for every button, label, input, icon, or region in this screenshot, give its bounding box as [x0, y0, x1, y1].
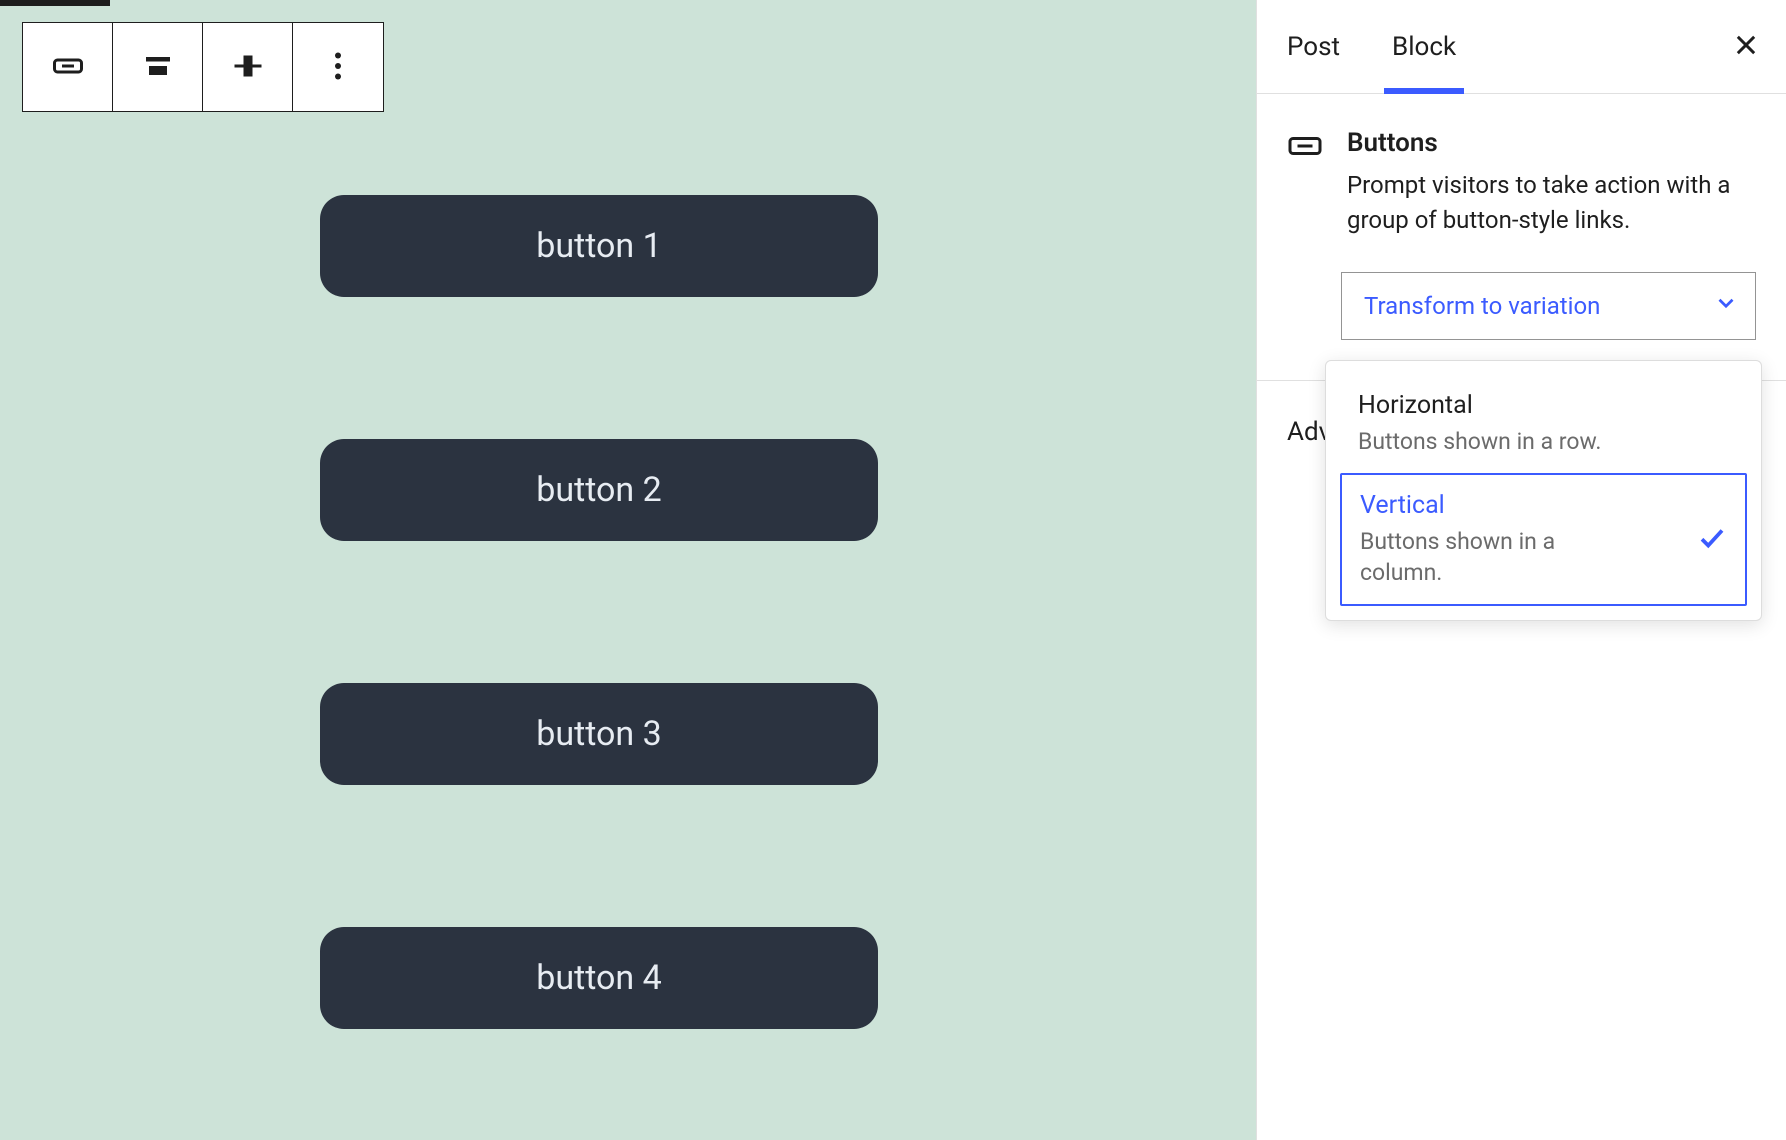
- variation-popup: Horizontal Buttons shown in a row. Verti…: [1325, 360, 1762, 621]
- transform-variation-dropdown[interactable]: Transform to variation: [1341, 272, 1756, 340]
- demo-button[interactable]: button 4: [320, 927, 878, 1029]
- variation-option-description: Buttons shown in a column.: [1360, 526, 1620, 588]
- block-toolbar: [22, 22, 384, 112]
- variation-option-label: Horizontal: [1358, 391, 1729, 420]
- toolbar-align-button[interactable]: [113, 23, 203, 111]
- block-header: Buttons Prompt visitors to take action w…: [1257, 94, 1786, 238]
- justify-icon: [230, 48, 266, 87]
- buttons-block-icon: [50, 48, 86, 87]
- tab-block[interactable]: Block: [1384, 0, 1464, 93]
- block-meta: Buttons Prompt visitors to take action w…: [1347, 128, 1756, 238]
- toolbar-more-button[interactable]: [293, 23, 383, 111]
- block-title: Buttons: [1347, 128, 1756, 158]
- variation-option-horizontal[interactable]: Horizontal Buttons shown in a row.: [1340, 375, 1747, 473]
- top-dark-strip: [0, 0, 110, 6]
- block-description: Prompt visitors to take action with a gr…: [1347, 168, 1756, 238]
- demo-button[interactable]: button 2: [320, 439, 878, 541]
- demo-button[interactable]: button 3: [320, 683, 878, 785]
- settings-sidebar: Post Block Buttons Prompt: [1256, 0, 1786, 1140]
- buttons-block[interactable]: button 1 button 2 button 3 button 4: [320, 195, 878, 1029]
- variation-option-label: Vertical: [1360, 491, 1727, 520]
- demo-button[interactable]: button 1: [320, 195, 878, 297]
- more-icon: [320, 48, 356, 87]
- close-icon: [1732, 44, 1760, 63]
- toolbar-justify-button[interactable]: [203, 23, 293, 111]
- transform-variation-label: Transform to variation: [1364, 292, 1600, 320]
- sidebar-tabs: Post Block: [1257, 0, 1786, 94]
- toolbar-block-type-button[interactable]: [23, 23, 113, 111]
- close-sidebar-button[interactable]: [1732, 31, 1760, 63]
- buttons-block-icon: [1287, 132, 1323, 238]
- editor-root: button 1 button 2 button 3 button 4 Post…: [0, 0, 1786, 1140]
- align-icon: [140, 48, 176, 87]
- variation-option-description: Buttons shown in a row.: [1358, 426, 1618, 457]
- chevron-down-icon: [1713, 290, 1739, 322]
- tab-post[interactable]: Post: [1279, 0, 1348, 93]
- editor-canvas[interactable]: button 1 button 2 button 3 button 4: [0, 0, 1256, 1140]
- variation-option-vertical[interactable]: Vertical Buttons shown in a column.: [1340, 473, 1747, 606]
- check-icon: [1697, 523, 1727, 557]
